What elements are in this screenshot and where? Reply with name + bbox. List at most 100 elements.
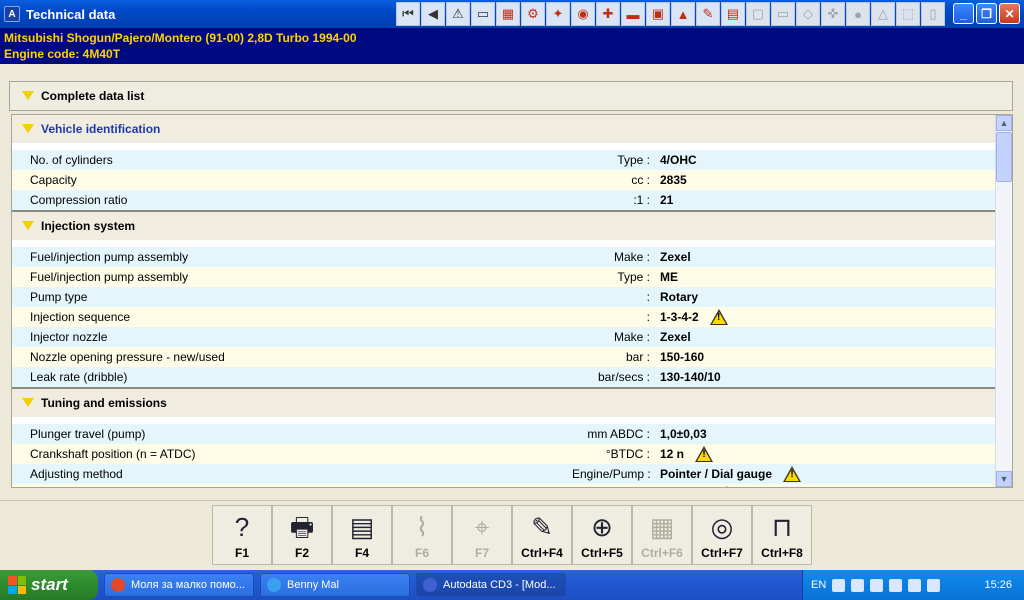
function-key-bar: ? F1 🖶 F2 ▤ F4 ⌇ F6 ⌖ F7 ✎ Ctrl+F4 ⊕ Ctrl+F5 ▦ Ctrl+F6 ◎… (0, 500, 1024, 568)
battery-icon[interactable]: ▬ (621, 2, 645, 26)
doc-icon[interactable]: ▢ (746, 2, 770, 26)
function-key-f7[interactable]: ⌖ F7 (452, 505, 512, 565)
tool-icon[interactable]: ✚ (596, 2, 620, 26)
warning-icon[interactable]: ⚠ (446, 2, 470, 26)
display-tray-icon[interactable] (927, 578, 941, 592)
row-value: 1-3-4-2 (660, 310, 699, 324)
engine-code: Engine code: 4M40T (4, 47, 121, 61)
language-indicator[interactable]: EN (811, 579, 826, 591)
function-key-f4[interactable]: ▤ F4 (332, 505, 392, 565)
function-key-label: Ctrl+F5 (581, 546, 623, 560)
page-icon[interactable]: ▭ (471, 2, 495, 26)
engine-icon[interactable]: ⚙ (521, 2, 545, 26)
row-unit: bar/secs : (597, 370, 650, 384)
row-unit: Make : (613, 330, 650, 344)
row-unit: rpm : (572, 487, 656, 488)
section-header[interactable]: Injection system (12, 210, 995, 240)
data-row: Nozzle opening pressure - new/used bar : 1… (12, 347, 995, 367)
skype-tray-icon[interactable] (889, 578, 903, 592)
tyre-icon[interactable]: ◉ (571, 2, 595, 26)
clock: 15:26 (984, 579, 1012, 591)
data-row: Fuel/injection pump assembly Make : Zexel (12, 247, 995, 267)
function-key-label: F2 (294, 546, 309, 560)
car-icon[interactable]: ▭ (771, 2, 795, 26)
row-label: Adjusting method (30, 467, 123, 481)
row-value-cell: 2835 (656, 173, 687, 187)
module-icon[interactable]: ✜ (821, 2, 845, 26)
chart-icon[interactable]: ▦ (496, 2, 520, 26)
function-key-label: Ctrl+F4 (521, 546, 563, 560)
service-icon[interactable]: ◇ (796, 2, 820, 26)
volume-tray-icon[interactable] (870, 578, 884, 592)
close-button[interactable]: ✕ (999, 3, 1020, 24)
function-key-ctrl-f7[interactable]: ◎ Ctrl+F7 (692, 505, 752, 565)
autodata-icon: A (4, 6, 20, 22)
collapse-arrow-icon (22, 221, 35, 231)
scroll-thumb[interactable] (996, 132, 1012, 182)
complete-data-list-header[interactable]: Complete data list (9, 81, 1013, 111)
row-unit: Type : (617, 153, 650, 167)
window-controls: _ ❐ ✕ (953, 3, 1020, 24)
minimize-button[interactable]: _ (953, 3, 974, 24)
messenger-tray-icon[interactable] (908, 578, 922, 592)
lift-icon[interactable]: ▲ (671, 2, 695, 26)
timing-icon[interactable]: ⬚ (896, 2, 920, 26)
definitions-icon: ⌇ (415, 512, 429, 542)
function-key-f6[interactable]: ⌇ F6 (392, 505, 452, 565)
window-title: Technical data (26, 6, 116, 22)
scroll-down-button[interactable]: ▼ (996, 471, 1012, 487)
row-label: Capacity (30, 173, 77, 187)
row-value-cell: 1-3-4-2! (656, 308, 729, 326)
data-row: Fuel/injection pump assembly Type : ME (12, 267, 995, 287)
function-key-ctrl-f4[interactable]: ✎ Ctrl+F4 (512, 505, 572, 565)
function-key-f2[interactable]: 🖶 F2 (272, 505, 332, 565)
brush-icon[interactable]: ✎ (696, 2, 720, 26)
window-icon: ▤ (349, 512, 375, 542)
tyre-gauge-icon: ◎ (710, 512, 734, 542)
network-tray-icon[interactable] (851, 578, 865, 592)
taskbar-item[interactable]: Autodata CD3 - [Mod... (416, 573, 566, 597)
warning-icon[interactable]: ! (694, 445, 714, 463)
function-key-ctrl-f6[interactable]: ▦ Ctrl+F6 (632, 505, 692, 565)
vehicle-banner: Mitsubishi Shogun/Pajero/Montero (91-00)… (0, 28, 1024, 64)
scroll-up-button[interactable]: ▲ (996, 115, 1012, 131)
first-icon[interactable]: ⏮ (396, 2, 420, 26)
help-tray-icon[interactable] (832, 578, 846, 592)
diagnostics-icon[interactable]: ▤ (721, 2, 745, 26)
row-label: Injection sequence (30, 310, 131, 324)
warning-icon[interactable]: ! (782, 465, 802, 483)
row-value: 150-160 (660, 350, 705, 364)
vertical-scrollbar[interactable]: ▲ ▼ (995, 115, 1012, 487)
section-title: Tuning and emissions (41, 396, 167, 410)
maximize-button[interactable]: ❐ (976, 3, 997, 24)
function-key-f1[interactable]: ? F1 (212, 505, 272, 565)
windows-logo-icon (8, 576, 26, 594)
toolbar: ⏮ ◀ ⚠ ▭ ▦ ⚙ ✦ ◉ ✚ ▬ ▣ ▲ ✎ ▤ ▢ ▭ ◇ ✜ ● △ ⬚ ▯ (396, 2, 946, 26)
taskbar-item[interactable]: Моля за малко помо... (104, 573, 254, 597)
row-unit: Engine/Pump : (572, 467, 651, 481)
alert-icon[interactable]: △ (871, 2, 895, 26)
function-key-ctrl-f5[interactable]: ⊕ Ctrl+F5 (572, 505, 632, 565)
data-row: No. of cylinders Type : 4/OHC (12, 150, 995, 170)
bulb-icon[interactable]: ● (846, 2, 870, 26)
section-header[interactable]: Tuning and emissions (12, 387, 995, 417)
warning-icon[interactable]: ! (717, 485, 737, 487)
row-value-cell: 1,0±0,03 (656, 427, 707, 441)
app-icon (423, 578, 437, 592)
section-header[interactable]: Vehicle identification (12, 115, 995, 143)
prev-icon[interactable]: ◀ (421, 2, 445, 26)
taskbar-item[interactable]: Benny Mal (260, 573, 410, 597)
start-button[interactable]: start (0, 570, 98, 600)
wrench-icon[interactable]: ✦ (546, 2, 570, 26)
row-value-cell: 21 (656, 193, 673, 207)
frame-icon[interactable]: ▯ (921, 2, 945, 26)
warning-icon[interactable]: ! (709, 308, 729, 326)
function-key-ctrl-f8[interactable]: ⊓ Ctrl+F8 (752, 505, 812, 565)
data-row: Plunger travel (pump) mm ABDC : 1,0±0,03 (12, 424, 995, 444)
row-unit: °BTDC : (605, 447, 650, 461)
data-row: Crankshaft position (n = ATDC) °BTDC : 12 … (12, 444, 995, 464)
seat-icon[interactable]: ▣ (646, 2, 670, 26)
printer-icon: 🖶 (289, 512, 315, 542)
calculator-icon: ▦ (649, 512, 675, 542)
title-bar[interactable]: A Technical data ⏮ ◀ ⚠ ▭ ▦ ⚙ ✦ ◉ ✚ ▬ ▣ ▲ ✎ ▤ ▢ ▭ ◇ ✜ ● △ ⬚ ▯ … (0, 0, 1024, 28)
